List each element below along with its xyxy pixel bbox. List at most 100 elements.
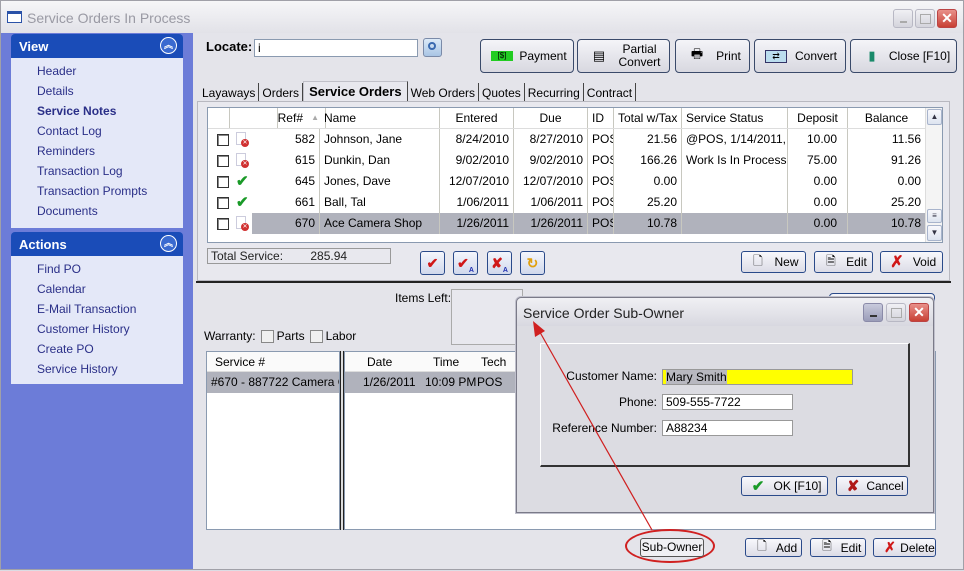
add-button[interactable]: 🗋 Add bbox=[745, 538, 802, 557]
edit-service-button[interactable]: 🗎 Edit bbox=[810, 538, 866, 557]
sidebar-item-documents[interactable]: Documents bbox=[11, 201, 183, 221]
parts-checkbox[interactable] bbox=[260, 329, 274, 343]
view-panel-header[interactable]: View ︽ bbox=[11, 34, 183, 58]
sidebar-item-contact-log[interactable]: Contact Log bbox=[11, 121, 183, 141]
col-total[interactable]: Total w/Tax bbox=[614, 108, 682, 128]
table-row[interactable]: ✔661Ball, Tal1/06/20111/06/2011POS25.200… bbox=[208, 192, 926, 213]
reference-number-input[interactable]: A88234 bbox=[662, 420, 793, 436]
col-due[interactable]: Due bbox=[514, 108, 588, 128]
close-window-button[interactable]: ✕ bbox=[937, 9, 957, 28]
sidebar-item-email-transaction[interactable]: E-Mail Transaction bbox=[11, 299, 183, 319]
tab-contract[interactable]: Contract bbox=[584, 83, 637, 101]
collapse-actions-button[interactable]: ︽ bbox=[160, 235, 177, 252]
ok-button[interactable]: ✔ OK [F10] bbox=[741, 476, 828, 496]
list-item[interactable]: #670 - 887722 Camera Cor bbox=[207, 372, 339, 393]
row-checkbox[interactable] bbox=[217, 218, 229, 230]
title-bar[interactable]: Service Orders In Process ✕ bbox=[1, 1, 963, 33]
cell-entered: 12/07/2010 bbox=[440, 171, 514, 192]
col-deposit[interactable]: Deposit bbox=[788, 108, 848, 128]
service-number-header[interactable]: Service # bbox=[207, 352, 339, 372]
scroll-thumb[interactable]: ≡ bbox=[927, 209, 942, 223]
chevron-down-icon: ▼ bbox=[930, 228, 939, 237]
view-panel-title: View bbox=[19, 39, 49, 54]
tab-service-orders[interactable]: Service Orders bbox=[303, 81, 408, 102]
mark-complete-button[interactable]: ✔ bbox=[420, 251, 445, 275]
labor-checkbox[interactable] bbox=[309, 329, 323, 343]
customer-name-input[interactable]: Mary Smith bbox=[662, 369, 853, 385]
sidebar-item-find-po[interactable]: Find PO bbox=[11, 259, 183, 279]
sidebar-item-details[interactable]: Details bbox=[11, 81, 183, 101]
col-tech[interactable]: Tech bbox=[481, 352, 506, 372]
row-checkbox[interactable] bbox=[217, 134, 229, 146]
void-button[interactable]: ✗ Void bbox=[880, 251, 943, 273]
col-ref[interactable]: Ref# ▲ bbox=[256, 108, 326, 128]
table-row[interactable]: 1/26/2011 10:09 PM POS bbox=[345, 372, 515, 393]
col-ref-label: Ref# bbox=[277, 111, 303, 125]
table-row[interactable]: 582Johnson, Jane8/24/20108/27/2010POS21.… bbox=[208, 129, 926, 150]
close-button[interactable]: ▮ Close [F10] bbox=[850, 39, 957, 73]
table-row[interactable]: 615Dunkin, Dan9/02/20109/02/2010POS166.2… bbox=[208, 150, 926, 171]
new-button[interactable]: 🗋 New bbox=[741, 251, 806, 273]
col-name[interactable]: Name bbox=[320, 108, 440, 128]
tab-layaways[interactable]: Layaways bbox=[199, 83, 260, 101]
locate-search-button[interactable] bbox=[423, 38, 442, 57]
sidebar-item-transaction-prompts[interactable]: Transaction Prompts bbox=[11, 181, 183, 201]
sidebar-item-calendar[interactable]: Calendar bbox=[11, 279, 183, 299]
sidebar-item-customer-history[interactable]: Customer History bbox=[11, 319, 183, 339]
sidebar-item-service-notes[interactable]: Service Notes bbox=[11, 101, 183, 121]
col-date[interactable]: Date bbox=[367, 352, 392, 372]
red-check-icon: ✔ bbox=[426, 255, 439, 271]
tab-quotes[interactable]: Quotes bbox=[479, 83, 525, 101]
unmark-all-button[interactable]: ✘A bbox=[487, 251, 512, 275]
row-checkbox[interactable] bbox=[217, 176, 229, 188]
dialog-maximize-button[interactable] bbox=[886, 303, 906, 322]
sidebar-item-reminders[interactable]: Reminders bbox=[11, 141, 183, 161]
col-balance[interactable]: Balance bbox=[848, 108, 926, 128]
dialog-minimize-button[interactable] bbox=[863, 303, 883, 322]
phone-input[interactable]: 509-555-7722 bbox=[662, 394, 793, 410]
convert-button[interactable]: ⇄ Convert bbox=[754, 39, 846, 73]
col-id[interactable]: ID bbox=[588, 108, 614, 128]
row-checkbox[interactable] bbox=[217, 197, 229, 209]
maximize-button[interactable] bbox=[915, 9, 935, 28]
chevron-up-icon: ︽ bbox=[163, 238, 173, 248]
sub-owner-button[interactable]: Sub-Owner bbox=[640, 538, 704, 557]
col-entered[interactable]: Entered bbox=[440, 108, 514, 128]
mark-all-complete-button[interactable]: ✔A bbox=[453, 251, 478, 275]
cell-name: Ace Camera Shop bbox=[320, 213, 440, 234]
col-service-status[interactable]: Service Status bbox=[682, 108, 788, 128]
tab-web-orders[interactable]: Web Orders bbox=[408, 83, 480, 101]
tab-recurring[interactable]: Recurring bbox=[525, 83, 584, 101]
dialog-close-button[interactable]: ✕ bbox=[909, 303, 929, 322]
grid-vertical-scrollbar[interactable]: ▲ ≡ ▼ bbox=[925, 108, 942, 242]
edit-button[interactable]: 🗎 Edit bbox=[814, 251, 873, 273]
cancel-button[interactable]: ✘ Cancel bbox=[836, 476, 908, 496]
minimize-button[interactable] bbox=[893, 9, 913, 28]
table-row[interactable]: 670Ace Camera Shop1/26/20111/26/2011POS1… bbox=[208, 213, 926, 234]
search-icon bbox=[428, 42, 436, 50]
payment-button[interactable]: [$] Payment bbox=[480, 39, 574, 73]
collapse-view-button[interactable]: ︽ bbox=[160, 37, 177, 54]
detail-date: 1/26/2011 bbox=[363, 375, 416, 389]
tab-orders[interactable]: Orders bbox=[259, 83, 304, 101]
delete-button[interactable]: ✗ Delete bbox=[873, 538, 936, 557]
scroll-up-button[interactable]: ▲ bbox=[927, 109, 942, 125]
refresh-button[interactable]: ↻ bbox=[520, 251, 545, 275]
locate-input[interactable] bbox=[254, 39, 418, 57]
col-time[interactable]: Time bbox=[433, 352, 459, 372]
sidebar-item-create-po[interactable]: Create PO bbox=[11, 339, 183, 359]
row-checkbox[interactable] bbox=[217, 155, 229, 167]
total-service-label: Total Service: bbox=[211, 249, 284, 263]
scroll-down-button[interactable]: ▼ bbox=[927, 225, 942, 241]
maximize-icon bbox=[891, 308, 902, 318]
sidebar-item-service-history[interactable]: Service History bbox=[11, 359, 183, 379]
cell-name: Jones, Dave bbox=[320, 171, 440, 192]
sidebar-item-transaction-log[interactable]: Transaction Log bbox=[11, 161, 183, 181]
table-row[interactable]: ✔645Jones, Dave12/07/201012/07/2010POS0.… bbox=[208, 171, 926, 192]
cell-ref: 645 bbox=[256, 171, 320, 192]
partial-convert-button[interactable]: ▤ Partial Convert bbox=[577, 39, 670, 73]
actions-panel-header[interactable]: Actions ︽ bbox=[11, 232, 183, 256]
print-button[interactable]: 🖶 Print bbox=[675, 39, 750, 73]
service-number-header-label: Service # bbox=[215, 355, 266, 369]
sidebar-item-header[interactable]: Header bbox=[11, 61, 183, 81]
